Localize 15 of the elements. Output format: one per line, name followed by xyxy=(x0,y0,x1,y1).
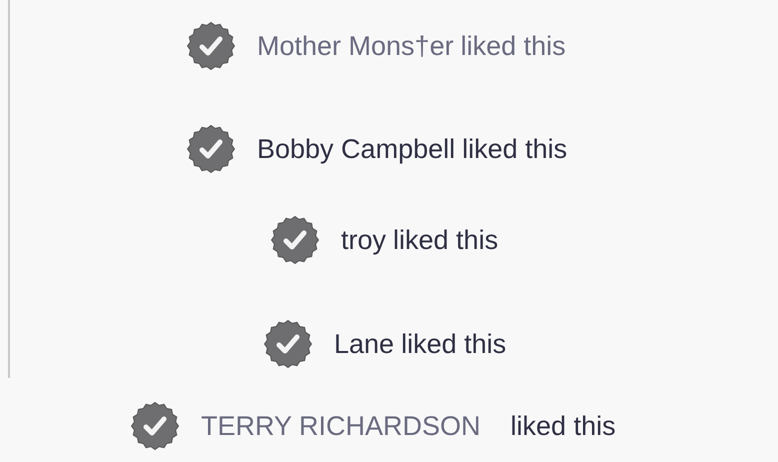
check-badge-icon xyxy=(264,320,312,368)
check-badge-icon xyxy=(187,125,235,173)
check-badge-icon xyxy=(187,22,235,70)
user-name: Mother Mons†er xyxy=(257,30,454,62)
user-name: TERRY RICHARDSON xyxy=(201,410,481,442)
like-text: liked this xyxy=(401,328,506,360)
like-text: liked this xyxy=(393,224,498,256)
user-name: Bobby Campbell xyxy=(257,133,456,165)
check-badge-icon xyxy=(271,216,319,264)
user-name: troy xyxy=(341,224,386,256)
like-text: liked this xyxy=(462,133,568,165)
check-badge-icon xyxy=(131,402,179,450)
like-text: liked this xyxy=(460,30,566,62)
user-name: Lane xyxy=(334,328,394,360)
like-text: liked this xyxy=(510,410,616,442)
